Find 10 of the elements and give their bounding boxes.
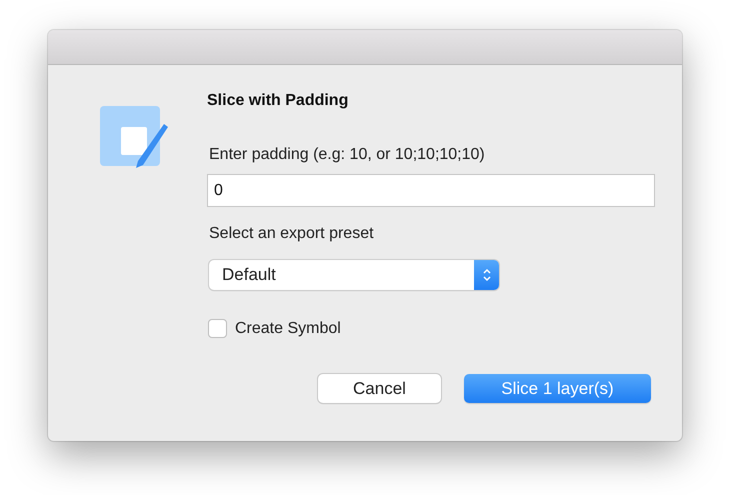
padding-field[interactable]: 0 bbox=[207, 174, 655, 207]
create-symbol-checkbox[interactable] bbox=[208, 319, 227, 338]
dialog-title: Slice with Padding bbox=[207, 92, 350, 110]
cancel-button[interactable]: Cancel bbox=[318, 374, 441, 403]
preset-label: Select an export preset bbox=[209, 225, 375, 243]
app-icon bbox=[100, 106, 170, 170]
padding-label: Enter padding (e.g: 10, or 10;10;10;10) bbox=[209, 146, 486, 164]
preset-select[interactable]: Default bbox=[209, 260, 499, 290]
chevron-updown-icon bbox=[482, 267, 492, 283]
create-symbol-label: Create Symbol bbox=[235, 320, 341, 338]
